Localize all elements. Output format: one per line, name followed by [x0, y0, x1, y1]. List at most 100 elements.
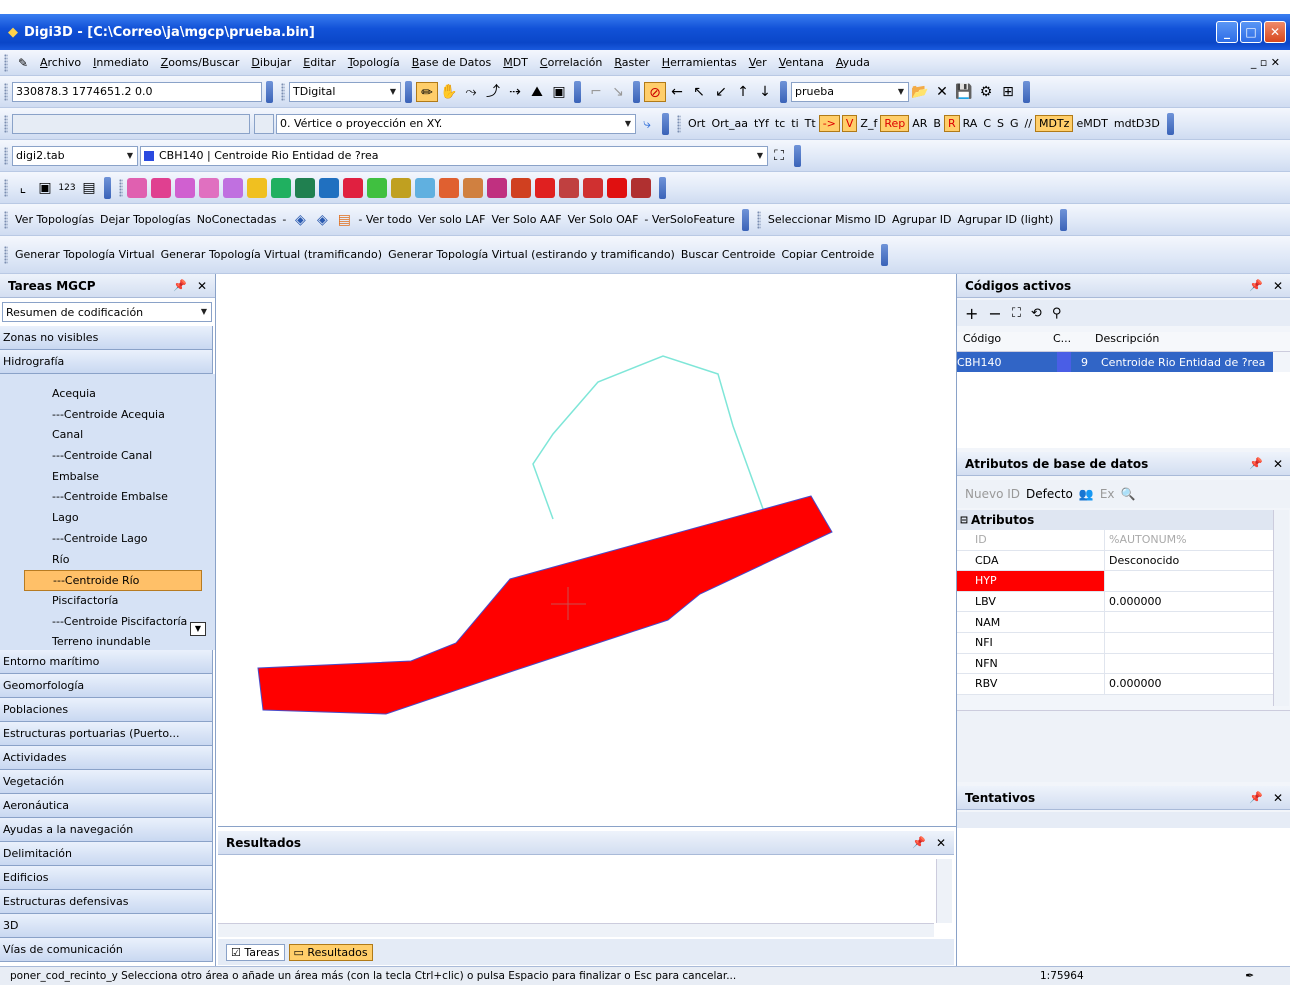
ex-button[interactable]: Ex: [1100, 487, 1115, 501]
category-entorno-maritimo[interactable]: Entorno marítimo: [0, 650, 213, 674]
tool-icon-21[interactable]: [607, 177, 627, 198]
menu-raster[interactable]: Raster: [608, 56, 655, 69]
category-aeronautica[interactable]: Aeronáutica: [0, 794, 213, 818]
tool-icon-20[interactable]: [583, 177, 603, 198]
snap-tool-1-icon[interactable]: ⤳: [460, 82, 482, 102]
toolbar-grip[interactable]: [677, 114, 681, 133]
river-area-polygon[interactable]: [257, 495, 833, 715]
agrupar-id-button[interactable]: Agrupar ID: [889, 213, 954, 226]
vertical-scrollbar[interactable]: [936, 859, 952, 923]
toolbar-grip[interactable]: [4, 146, 8, 165]
topology-tool-3-icon[interactable]: ▤: [333, 210, 355, 230]
tool-icon-6[interactable]: [247, 177, 267, 198]
tool-icon-19[interactable]: [559, 177, 579, 198]
toolbar-chevron[interactable]: [659, 176, 666, 199]
close-icon[interactable]: ✕: [1273, 457, 1283, 471]
btn-b[interactable]: B: [930, 117, 944, 130]
close-button[interactable]: ✕: [1264, 21, 1286, 43]
diagonal-icon[interactable]: ↘: [607, 82, 629, 102]
toolbar-chevron[interactable]: [1060, 208, 1068, 231]
attribute-row[interactable]: NFI: [957, 632, 1273, 654]
category-vias-comunicacion[interactable]: Vías de comunicación: [0, 938, 213, 962]
category-vegetacion[interactable]: Vegetación: [0, 770, 213, 794]
btn-ar[interactable]: AR: [909, 117, 930, 130]
category-poblaciones[interactable]: Poblaciones: [0, 698, 213, 722]
vertical-scrollbar[interactable]: [1273, 510, 1289, 706]
maximize-button[interactable]: □: [1240, 21, 1262, 43]
close-icon[interactable]: ✕: [936, 836, 946, 850]
toolbar-chevron[interactable]: [266, 80, 273, 103]
attribute-row-highlighted[interactable]: HYP: [957, 571, 1273, 592]
btn-rep[interactable]: Rep: [880, 115, 910, 132]
coords-field[interactable]: 330878.3 1774651.2 0.0: [12, 81, 262, 102]
horizontal-scrollbar[interactable]: [218, 923, 934, 937]
snap-arrow-icon[interactable]: ⤷: [636, 114, 658, 134]
list-item[interactable]: ---Centroide Embalse: [0, 487, 215, 508]
pencil-icon[interactable]: ✏: [416, 81, 438, 102]
corner-tool-icon[interactable]: ⌞: [12, 178, 34, 198]
tool-icon-11[interactable]: [367, 177, 387, 198]
menu-dibujar[interactable]: Dibujar: [245, 56, 297, 69]
toolbar-chevron[interactable]: [405, 80, 412, 103]
list-item[interactable]: Terreno inundable: [0, 632, 215, 653]
toolbar-grip[interactable]: [4, 210, 8, 229]
btn-c[interactable]: C: [980, 117, 994, 130]
btn-s[interactable]: S: [994, 117, 1007, 130]
snap-mode-combo[interactable]: 0. Vértice o proyección en XY. ▼: [276, 113, 636, 134]
btn-ti[interactable]: ti: [788, 117, 801, 130]
attribute-row[interactable]: ID %AUTONUM%: [957, 530, 1273, 551]
btn-v[interactable]: V: [841, 115, 858, 132]
menu-zooms[interactable]: Zooms/Buscar: [155, 56, 246, 69]
btn-ort[interactable]: Ort: [685, 117, 709, 130]
menu-topologia[interactable]: Topología: [342, 56, 406, 69]
ver-solo-feature-button[interactable]: - VerSoloFeature: [641, 213, 738, 226]
generar-topologia-virtual-button[interactable]: Generar Topología Virtual: [12, 248, 158, 261]
snap-tool-3-icon[interactable]: ⇢: [504, 82, 526, 102]
noconectadas-button[interactable]: NoConectadas: [194, 213, 280, 226]
add-icon[interactable]: +: [965, 304, 978, 323]
topology-tool-2-icon[interactable]: ◈: [311, 210, 333, 230]
tool-icon-1[interactable]: [127, 177, 147, 198]
topology-tool-1-icon[interactable]: ◈: [289, 210, 311, 230]
map-drawing[interactable]: [218, 274, 956, 826]
list-item[interactable]: Canal: [0, 425, 215, 446]
polyline-icon[interactable]: ⌐: [585, 82, 607, 102]
terrain-icon[interactable]: ⛰: [526, 82, 548, 102]
frame-tool-icon[interactable]: ▤: [78, 178, 100, 198]
table-row[interactable]: CBH140 9 Centroide Rio Entidad de ?rea: [957, 352, 1273, 372]
attribute-row[interactable]: NAM: [957, 612, 1273, 633]
tab-resultados[interactable]: ▭ Resultados: [288, 943, 373, 961]
binoculars-icon[interactable]: ⛶: [1012, 306, 1021, 321]
menu-inmediato[interactable]: Inmediato: [87, 56, 155, 69]
btn-tyf[interactable]: tYf: [751, 117, 772, 130]
toolbar-grip[interactable]: [4, 178, 8, 197]
pin-icon[interactable]: 📌: [1249, 791, 1263, 804]
btn-zf[interactable]: Z_f: [857, 117, 880, 130]
tool-icon-14[interactable]: [439, 177, 459, 198]
tool-icon-3[interactable]: [175, 177, 195, 198]
category-hidrografia[interactable]: Hidrografía: [0, 350, 213, 374]
snap-tool-2-icon[interactable]: ⤴: [482, 82, 504, 102]
resultados-content[interactable]: [218, 857, 954, 923]
menu-herramientas[interactable]: Herramientas: [656, 56, 743, 69]
summary-combo[interactable]: Resumen de codificación ▼: [2, 302, 212, 322]
tool-icon-12[interactable]: [391, 177, 411, 198]
mdi-controls[interactable]: _ ▫ ✕: [1245, 56, 1290, 69]
toolbar-chevron[interactable]: [1023, 80, 1030, 103]
category-zonas-no-visibles[interactable]: Zonas no visibles: [0, 326, 213, 350]
close-icon[interactable]: ✕: [1273, 791, 1283, 805]
list-item[interactable]: Acequia: [0, 384, 215, 405]
remove-icon[interactable]: −: [988, 304, 1001, 323]
save-icon[interactable]: 💾: [953, 82, 975, 102]
window-icon[interactable]: ⊞: [997, 82, 1019, 102]
toolbar-chevron[interactable]: [633, 80, 640, 103]
column-header-count[interactable]: C...: [1053, 332, 1091, 351]
ver-solo-oaf-button[interactable]: Ver Solo OAF: [565, 213, 642, 226]
toolbar-chevron[interactable]: [104, 176, 111, 199]
cyan-boundary-line[interactable]: [532, 355, 764, 520]
toolbar-chevron[interactable]: [1166, 112, 1174, 135]
category-delimitacion[interactable]: Delimitación: [0, 842, 213, 866]
arrow-upleft-icon[interactable]: ↖: [688, 82, 710, 102]
tool-icon-13[interactable]: [415, 177, 435, 198]
column-header-codigo[interactable]: Código: [957, 332, 1053, 351]
